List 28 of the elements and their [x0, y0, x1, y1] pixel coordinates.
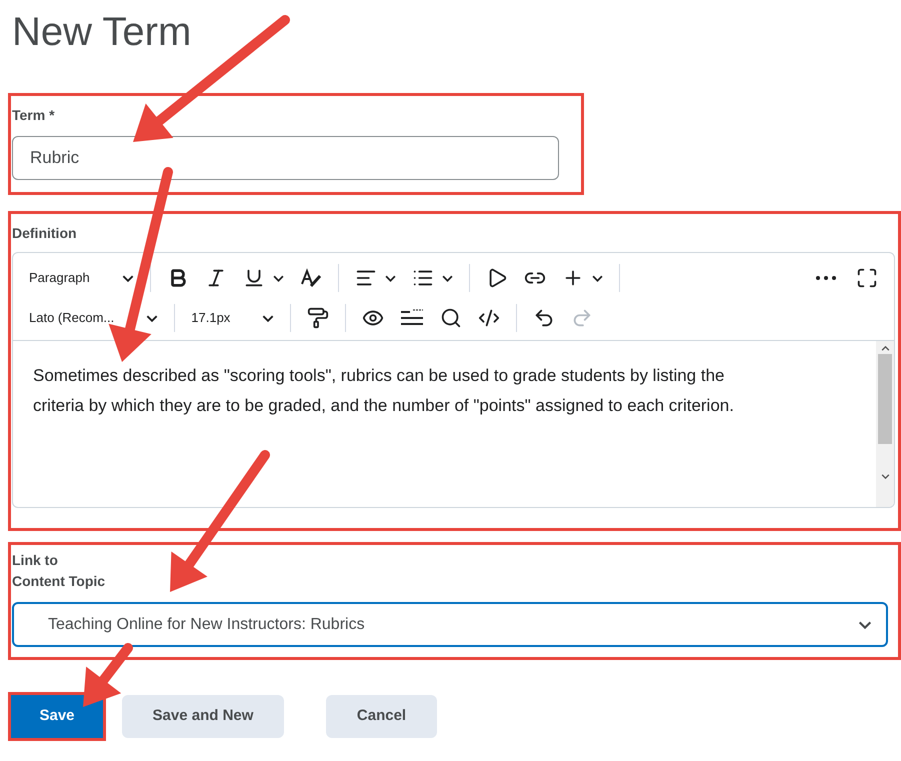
caret-icon	[858, 620, 872, 628]
field-label: Definition	[12, 224, 77, 243]
definition-text: Sometimes described as "scoring tools", rubrics can be used to grade students by listing the criteria by which they are to be graded, and the number of "points" assigned to each criterion.	[32, 365, 735, 417]
caret-icon	[880, 474, 890, 479]
fullscreen-icon	[856, 267, 878, 289]
lines-icon	[400, 309, 424, 327]
page-title: New Term	[12, 9, 192, 56]
field-label: Term *	[12, 106, 55, 125]
find-icon	[440, 307, 462, 329]
field-label: Link to Content Topic	[12, 551, 106, 591]
letter-brush-icon	[300, 268, 322, 288]
toolbar-dropdown[interactable]: Paragraph	[21, 260, 142, 296]
toolbar-dropdown[interactable]: 17.1px	[183, 300, 282, 336]
caret-icon	[122, 274, 134, 282]
redo-icon	[571, 307, 594, 329]
scrollbar-thumb[interactable]	[878, 354, 892, 444]
caret-icon	[146, 314, 158, 322]
secondary-button[interactable]: Cancel	[326, 695, 437, 738]
topic-dropdown[interactable]: Teaching Online for New Instructors: Rubrics	[12, 602, 888, 647]
caret-icon	[262, 314, 274, 322]
more-icon	[816, 276, 836, 280]
paint-format-icon	[307, 307, 330, 329]
code-icon	[478, 307, 500, 329]
secondary-button[interactable]: Save and New	[122, 695, 284, 738]
term-input[interactable]: Rubric	[12, 136, 559, 180]
primary-button[interactable]: Save	[11, 695, 103, 738]
caret-icon	[880, 346, 890, 351]
toolbar-dropdown[interactable]: Lato (Recom...	[21, 300, 166, 336]
